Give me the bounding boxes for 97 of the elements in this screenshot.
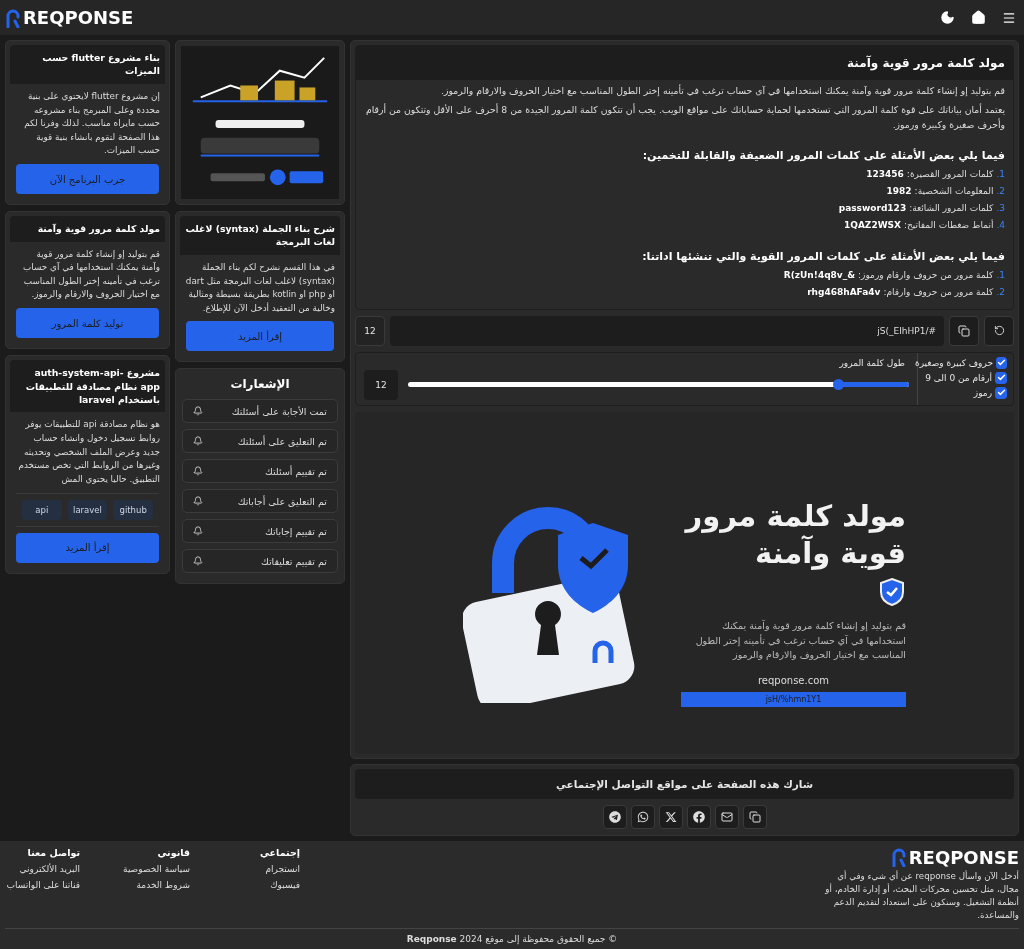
regenerate-button[interactable] <box>984 315 1014 346</box>
panel-title: الإشعارات <box>229 376 291 394</box>
example-password: R(zUn!4q8v_& <box>783 269 856 280</box>
logo-icon <box>5 7 21 28</box>
bell-icon <box>193 526 203 537</box>
footer-text: أدخل الآن واسأل reqponse عن أي شيء وفي أي مجال، مثل تحسين محركات البحث، أو إدارة الخادم، أو أنظمة التشغيل. وسنكون على استعداد لتقديم الدعم والمساعدة. <box>824 869 1019 922</box>
paragraph: يعتمد أمان بياناتك على قوة كلمة المرور التي تستخدمها لحماية حساباتك على مواقع الويب. يجب أن تتكون كلمة المرور الجيدة من 8 أحرف على الأقل وتتكون من أرقام وأحرف صغيرة وكبيرة ورموز. <box>364 102 1006 132</box>
bell-icon <box>193 466 203 477</box>
x-icon <box>664 810 677 823</box>
example-password: rhg468hAFa4v <box>807 286 881 297</box>
share-title: شارك هذه الصفحة على مواقع التواصل الإجتماعي <box>355 768 1014 799</box>
footer-logo-text[interactable]: REQPONSE <box>908 846 1019 868</box>
notification-item[interactable]: تم التعليق على أسئلتك <box>182 429 338 454</box>
banner-password: jsH/%hmn1Y1 <box>681 692 906 708</box>
mail-icon <box>720 810 733 823</box>
share-button[interactable] <box>686 804 711 829</box>
copy-icon <box>958 324 970 337</box>
paragraph: قم بتوليد إو إنشاء كلمة مرور قوية وآمنة يمكنك استخدامها في آي حساب ترغب في تأمينه إختر الطول المناسب مع اختيار الحروف والارقام والرموز. <box>440 83 1006 99</box>
example-password: 1982 <box>886 185 912 196</box>
footer-link[interactable]: انستجرام <box>225 863 300 874</box>
telegram-icon <box>608 810 621 823</box>
banner-title: مولد كلمة مرور قوية وآمنة <box>683 498 906 571</box>
page-title: مولد كلمة مرور قوية وآمنة <box>356 46 1013 80</box>
footer-heading: قانوني <box>156 846 190 858</box>
refresh-icon <box>993 325 1005 337</box>
length-slider[interactable] <box>408 382 909 388</box>
footer-heading: إجتماعي <box>258 846 300 858</box>
slider-value: 12 <box>364 369 398 400</box>
card-text: هو نظام مصادقة api للتطبيقات يوفر روابط تسجيل دخول وانشاء حساب جديد وعرض الملف الشخصي وتحديثه وغيرها من الروابط التي تخص مستخدم التطبيق. حاليا يحتوي المش <box>17 418 161 486</box>
example-password: 123456 <box>866 168 904 179</box>
list-number: 3. <box>996 202 1005 213</box>
list-number: 1. <box>996 168 1005 179</box>
whatsapp-icon <box>636 810 649 823</box>
list-number: 1. <box>996 269 1005 280</box>
footer-link[interactable]: سياسة الخصوصية <box>115 863 190 874</box>
footer-link[interactable]: فيسبوك <box>225 879 300 890</box>
card-title: شرح بناء الجملة (syntax) لاغلب لغات البرمجة <box>180 216 340 255</box>
list-number: 4. <box>996 219 1005 230</box>
bell-icon <box>193 556 203 567</box>
checkbox[interactable] <box>995 386 1007 399</box>
banner-text: قم بتوليد إو إنشاء كلمة مرور قوية وآمنة يمكنك استخدامها في آي حساب ترغب في تأمينه إختر الطول المناسب مع اختيار الحروف والارقام والرموز <box>694 618 906 663</box>
notification-item[interactable]: تم تقييم تعليقاتك <box>182 549 338 574</box>
bell-icon <box>193 496 203 507</box>
shield-check-icon <box>878 576 906 607</box>
logo-icon <box>890 847 907 868</box>
slider-thumb[interactable] <box>832 379 844 391</box>
tag[interactable]: api <box>22 499 62 520</box>
checkbox-label: حروف كبيرة وصغيرة <box>914 357 993 368</box>
notification-item[interactable]: تم تقييم أسئلتك <box>182 459 338 484</box>
tag[interactable]: github <box>113 499 153 520</box>
section-heading: فيما يلي بعض الأمثلة على كلمات المرور القوية والتي تنشئها اداتنا: <box>641 248 1006 265</box>
checkbox[interactable] <box>996 356 1007 369</box>
checkbox-label: أرقام من 0 الى 9 <box>925 372 992 383</box>
footer-heading: تواصل معنا <box>26 846 80 858</box>
card-text: قم بتوليد إو إنشاء كلمة مرور قوية وآمنة يمكنك استخدامها في آي حساب ترغب في تأمينه إختر الطول المناسب مع اختيار الحروف والارقام والرموز. <box>22 247 161 302</box>
list-label: المعلومات الشخصية: <box>914 185 994 196</box>
notification-item[interactable]: تم تقييم إجاباتك <box>182 519 338 544</box>
tag[interactable]: laravel <box>67 499 108 520</box>
password-field[interactable]: jS(_EIhHP1/# <box>390 315 944 346</box>
list-label: أنماط ضغطات المفاتيح: <box>904 219 994 230</box>
share-button[interactable] <box>714 804 739 829</box>
footer-link[interactable]: قناتنا على الواتساب <box>5 879 80 890</box>
card-title: مولد كلمة مرور قوية وآمنة <box>10 216 165 242</box>
card-text: في هذا القسم نشرح لكم بناء الجملة (syntax) لاغلب لغات البرمجة مثل dart او php او kotlin بطريقة بسيطة ومثالية وخالية من التعقيد أدخل الآن للإطلاع. <box>184 260 336 315</box>
checkbox-label: رموز <box>973 387 992 398</box>
footer-link[interactable]: شروط الخدمة <box>115 879 190 890</box>
footer-link[interactable]: البريد الألكتروني <box>5 863 80 874</box>
bell-icon <box>193 406 203 417</box>
card-text: إن مشروع flutter لايحتوي على بنية محددة وعلى المبرمج بناء مشروعه حسب مايراه مناسب. لذلك وفرنا لكم هذا الصفحة لتقوم بانشاء بنية قوية حسب الميزات. <box>23 89 161 158</box>
checkbox[interactable] <box>995 371 1007 384</box>
example-password: 1QAZ2WSX <box>844 219 901 230</box>
share-button[interactable] <box>630 804 655 829</box>
home-icon[interactable] <box>971 10 986 25</box>
share-button[interactable] <box>658 804 683 829</box>
card-title: مشروع auth-system-api-app نظام مصادقة للتطبيقات باستخدام laravel <box>10 360 165 413</box>
copy-icon <box>748 810 761 823</box>
list-number: 2. <box>996 185 1005 196</box>
list-number: 2. <box>996 286 1005 297</box>
copy-button[interactable] <box>949 315 979 346</box>
facebook-icon <box>692 810 705 823</box>
banner-site: reqponse.com <box>756 675 831 687</box>
example-password: password123 <box>838 202 907 213</box>
share-button[interactable] <box>602 804 627 829</box>
list-label: كلمات المرور الشائعة: <box>909 202 994 213</box>
length-display: 12 <box>355 315 385 346</box>
slider-label: طول كلمة المرور <box>838 357 906 368</box>
list-label: كلمات المرور القصيرة: <box>906 168 994 179</box>
notification-item[interactable]: تمت الأجابة على أسئلتك <box>182 399 338 424</box>
card-title: بناء مشروع flutter حسب الميزات <box>10 45 165 84</box>
logo-text[interactable]: REQPONSE <box>23 7 134 28</box>
notification-item[interactable]: تم التعليق على أجاباتك <box>182 489 338 514</box>
section-heading: فيما يلي بعض الأمثلة على كلمات المرور الضعيفة والقابلة للتخمين: <box>641 147 1006 164</box>
menu-icon[interactable] <box>1002 10 1016 25</box>
list-label: كلمة مرور من حروف وارقام: <box>883 286 994 297</box>
list-label: كلمة مرور من حروف وارقام ورموز: <box>858 269 994 280</box>
moon-icon[interactable] <box>940 10 955 25</box>
bell-icon <box>193 436 203 447</box>
